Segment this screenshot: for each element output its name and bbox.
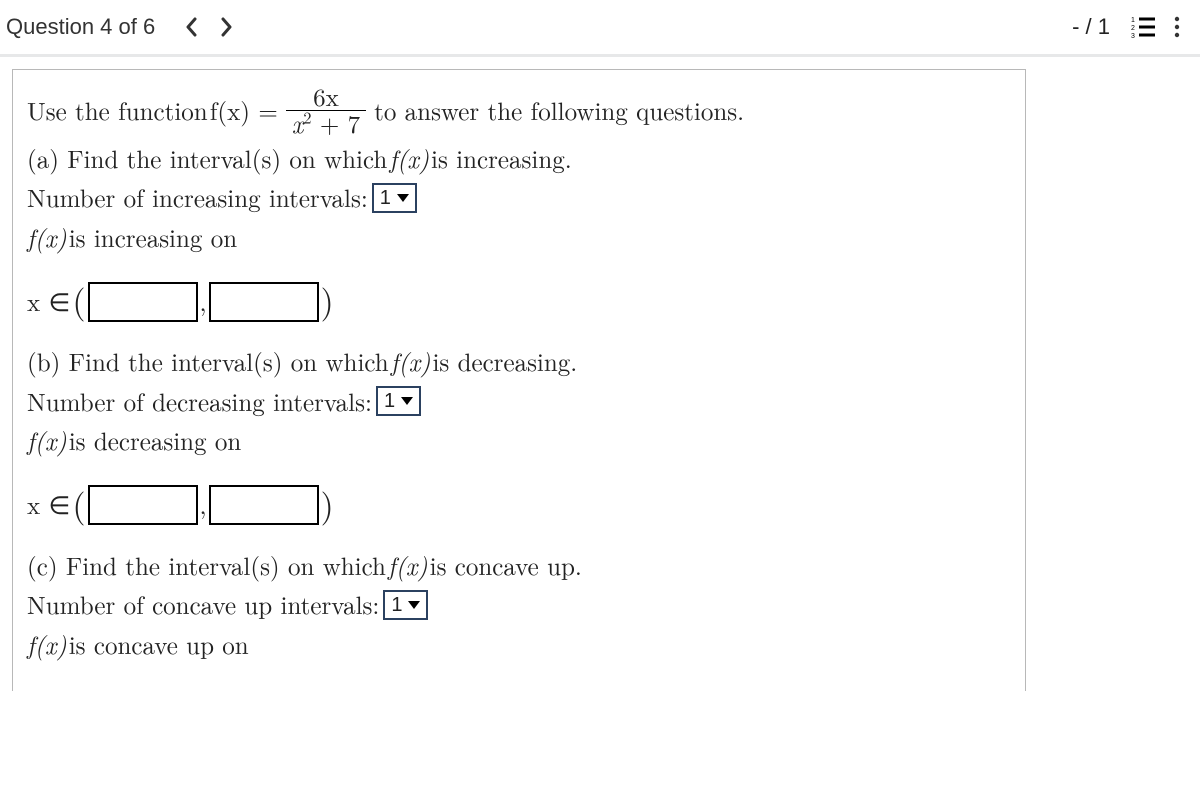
close-paren: ) xyxy=(321,478,334,529)
prev-question-button[interactable] xyxy=(175,10,209,44)
svg-text:1: 1 xyxy=(1131,17,1135,24)
increasing-intervals-value: 1 xyxy=(380,187,391,209)
decreasing-upper-input[interactable] xyxy=(209,485,319,525)
part-a-fx: f(x) xyxy=(389,140,429,178)
part-a-tail: is increasing. xyxy=(431,140,572,178)
part-b-tail: is decreasing. xyxy=(432,343,577,381)
part-a-count-row: Number of increasing intervals: 1 xyxy=(27,179,1011,217)
part-c-count-row: Number of concave up intervals: 1 xyxy=(27,586,1011,624)
part-c-count-label: Number of concave up intervals: xyxy=(27,586,379,624)
part-c-stmt-fx: f(x) xyxy=(27,626,67,664)
intro-text-after: to answer the following questions. xyxy=(374,92,744,130)
more-menu-button[interactable] xyxy=(1160,10,1194,44)
part-c-tail: is concave up. xyxy=(430,547,582,585)
open-paren: ( xyxy=(72,478,85,529)
question-card: Use the function f(x) = 6x x2 + 7 to ans… xyxy=(12,69,1026,691)
part-b-label: (b) Find the interval(s) on which xyxy=(27,343,389,381)
chevron-right-icon xyxy=(219,17,233,37)
increasing-lower-input[interactable] xyxy=(88,282,198,322)
decreasing-lower-input[interactable] xyxy=(88,485,198,525)
comma: , xyxy=(200,486,207,524)
part-b-x-in: x ∈ xyxy=(27,486,70,524)
svg-text:3: 3 xyxy=(1131,33,1135,39)
decreasing-intervals-select[interactable]: 1 xyxy=(376,386,421,416)
fraction: 6x x2 + 7 xyxy=(286,84,366,138)
part-a-statement: f(x) is increasing on xyxy=(27,219,1011,257)
next-question-button[interactable] xyxy=(209,10,243,44)
part-c-fx: f(x) xyxy=(388,547,428,585)
header: Question 4 of 6 - / 1 1 2 3 xyxy=(0,0,1200,57)
increasing-intervals-select[interactable]: 1 xyxy=(372,183,417,213)
caret-down-icon xyxy=(401,397,413,405)
part-a-x-in: x ∈ xyxy=(27,283,70,321)
part-b-count-label: Number of decreasing intervals: xyxy=(27,383,372,421)
part-b-stmt-tail: is decreasing on xyxy=(69,422,242,460)
part-b-prompt: (b) Find the interval(s) on which f(x) i… xyxy=(27,343,1011,381)
part-a-label: (a) Find the interval(s) on which xyxy=(27,140,387,178)
part-c-statement: f(x) is concave up on xyxy=(27,626,1011,664)
part-b-statement: f(x) is decreasing on xyxy=(27,422,1011,460)
part-b-stmt-fx: f(x) xyxy=(27,422,67,460)
caret-down-icon xyxy=(408,601,420,609)
part-c-stmt-tail: is concave up on xyxy=(69,626,249,664)
part-a-stmt-tail: is increasing on xyxy=(69,219,237,257)
comma: , xyxy=(200,283,207,321)
frac-den-x: x xyxy=(292,106,304,141)
concaveup-intervals-select[interactable]: 1 xyxy=(383,590,428,620)
frac-den-exp: 2 xyxy=(303,106,311,129)
frac-den-plus: + 7 xyxy=(312,106,361,141)
part-c-prompt: (c) Find the interval(s) on which f(x) i… xyxy=(27,547,1011,585)
svg-text:2: 2 xyxy=(1131,25,1135,32)
close-paren: ) xyxy=(321,274,334,325)
part-b-interval: x ∈ ( , ) xyxy=(27,480,1011,531)
question-list-button[interactable]: 1 2 3 xyxy=(1126,10,1160,44)
concaveup-intervals-value: 1 xyxy=(391,594,402,616)
question-label: Question 4 of 6 xyxy=(6,14,155,40)
part-a-stmt-fx: f(x) xyxy=(27,219,67,257)
intro-text-before: Use the function xyxy=(27,92,208,130)
chevron-left-icon xyxy=(185,17,199,37)
part-a-prompt: (a) Find the interval(s) on which f(x) i… xyxy=(27,140,1011,178)
numbered-list-icon: 1 2 3 xyxy=(1131,15,1155,39)
open-paren: ( xyxy=(72,274,85,325)
content: Use the function f(x) = 6x x2 + 7 to ans… xyxy=(0,57,1200,691)
decreasing-intervals-value: 1 xyxy=(384,390,395,412)
caret-down-icon xyxy=(397,194,409,202)
part-b-fx: f(x) xyxy=(391,343,431,381)
part-c-label: (c) Find the interval(s) on which xyxy=(27,547,386,585)
increasing-upper-input[interactable] xyxy=(209,282,319,322)
score: - / 1 xyxy=(1072,14,1110,40)
part-a-count-label: Number of increasing intervals: xyxy=(27,179,368,217)
problem-intro: Use the function f(x) = 6x x2 + 7 to ans… xyxy=(27,84,1011,138)
more-vertical-icon xyxy=(1165,15,1189,39)
func-lhs: f(x) = xyxy=(210,92,278,130)
part-a-interval: x ∈ ( , ) xyxy=(27,276,1011,327)
part-b-count-row: Number of decreasing intervals: 1 xyxy=(27,383,1011,421)
